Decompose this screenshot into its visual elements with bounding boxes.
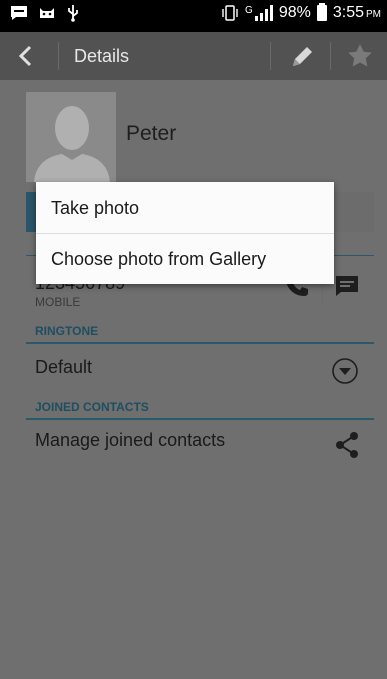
clock: 3:55 PM [333, 4, 381, 22]
clock-ampm: PM [366, 9, 381, 20]
section-divider [26, 418, 374, 420]
appbar-divider [330, 42, 331, 70]
manage-joined-contacts[interactable]: Manage joined contacts [35, 430, 225, 451]
photo-options-menu: Take photo Choose photo from Gallery [36, 182, 334, 284]
ringtone-header: RINGTONE [35, 324, 99, 338]
phone-type: MOBILE [35, 295, 81, 309]
person-silhouette-icon [34, 106, 110, 182]
choose-from-gallery-option[interactable]: Choose photo from Gallery [36, 234, 334, 284]
status-bar: G 98% 3:55 PM [0, 0, 387, 32]
message-icon[interactable] [334, 274, 360, 298]
page-title: Details [74, 46, 130, 66]
app-bar: Details [0, 32, 387, 80]
take-photo-option[interactable]: Take photo [36, 183, 334, 233]
appbar-divider [58, 42, 59, 70]
contact-name: Peter [126, 122, 177, 145]
signal-icon [254, 5, 273, 21]
status-notifications [10, 4, 80, 22]
network-type: G [245, 4, 253, 16]
chevron-down-icon[interactable] [331, 357, 359, 385]
appbar-divider [270, 42, 271, 70]
back-arrow-icon[interactable] [14, 44, 38, 68]
cat-app-icon [40, 8, 54, 18]
section-divider [26, 342, 374, 344]
ringtone-value[interactable]: Default [35, 357, 92, 378]
clock-time: 3:55 [332, 4, 364, 21]
contact-photo[interactable] [26, 92, 116, 182]
favorite-star-icon[interactable] [346, 42, 374, 70]
joined-contacts-header: JOINED CONTACTS [35, 400, 149, 414]
status-system: G 98% 3:55 PM [221, 3, 381, 22]
edit-pencil-icon[interactable] [289, 44, 315, 70]
share-icon[interactable] [334, 431, 360, 459]
vibrate-icon [222, 5, 238, 21]
action-accent [26, 192, 36, 232]
contact-details: Peter 123456789 MOBILE RINGTONE Default … [0, 80, 387, 679]
usb-icon [68, 5, 78, 22]
message-notification-icon [11, 6, 27, 20]
battery-percent: 98% [278, 4, 311, 21]
battery-icon [316, 3, 327, 21]
